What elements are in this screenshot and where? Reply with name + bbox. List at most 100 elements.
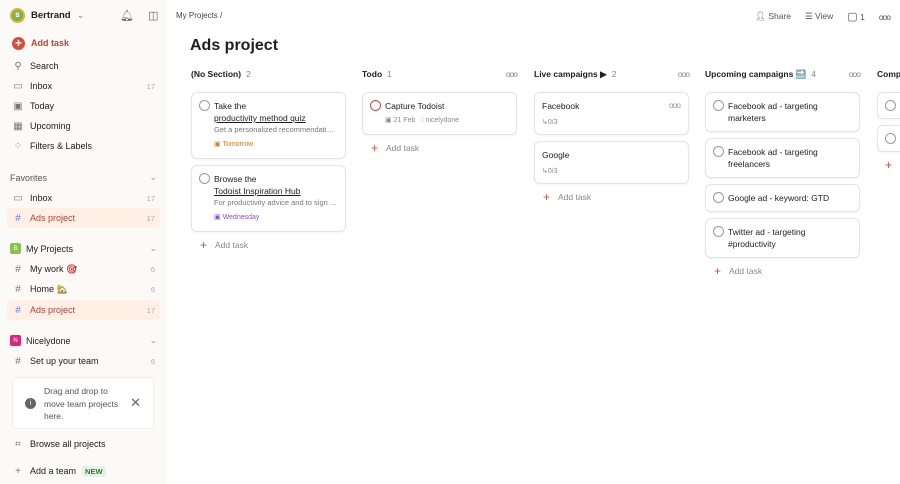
task-card[interactable]: Take the productivity method quiz Get a pe… [191,92,346,159]
task-label: nicelydone [425,117,460,124]
hash-icon: # [15,304,21,316]
task-description: For productivity advice and to sign ... [214,198,337,207]
search-icon: ⚲ [14,60,22,72]
task-card[interactable]: Facebook ad - targeting freelancers [705,138,860,178]
sidebar-item-filters[interactable]: ⁘ Filters & Labels [7,136,160,156]
my-projects-header[interactable]: B My Projects ⌄ [10,243,157,254]
sidebar-item-today[interactable]: ▣ Today [7,96,160,116]
task-checkbox[interactable] [199,173,210,184]
comments-button[interactable]: ▢ 1 [847,10,865,23]
task-card[interactable]: Google ↳0/3 [534,141,689,184]
label: My work 🎯 [30,263,78,274]
more-icon[interactable]: ooo [669,99,681,111]
project-my-work[interactable]: # My work 🎯 6 [7,259,160,279]
task-checkbox[interactable] [713,192,724,203]
sidebar-item-search[interactable]: ⚲ Search [7,56,160,76]
favorite-ads-project[interactable]: # Ads project 17 [7,208,160,228]
task-card[interactable]: Capture Todoist ▣ 21 Feb ♢nicelydone [362,92,517,135]
more-icon[interactable]: ooo [879,12,891,22]
more-icon[interactable]: ooo [506,69,518,79]
task-description: Get a personalized recommendation... [214,125,338,134]
hash-icon: # [15,355,21,367]
browse-projects[interactable]: ⌗ Browse all projects [7,434,160,454]
project-home[interactable]: # Home 🏡 6 [7,279,160,299]
task-checkbox[interactable] [885,133,896,144]
task-checkbox[interactable] [713,146,724,157]
task-card[interactable]: Browse the Todoist Inspiration Hub For pro… [191,165,346,232]
chevron-down-icon: ⌄ [149,172,157,182]
add-task-button[interactable]: + Add task [7,33,160,53]
column-count: 2 [246,69,251,79]
main: My Projects / 👤︎ Share ☰ View ▢ 1 ooo Ad… [167,0,900,484]
task-title: Facebook [542,101,580,111]
task-checkbox[interactable] [370,100,381,111]
count: 6 [150,356,155,366]
more-icon[interactable]: ooo [678,69,690,79]
new-badge: NEW [82,465,106,477]
add-task-button[interactable]: + Add task [362,141,517,155]
sidebar-item-upcoming[interactable]: ▦ Upcoming [7,116,160,136]
count: 17 [146,213,155,223]
plus-icon: + [371,141,379,155]
plus-icon: + [15,465,21,477]
task-title: Facebook ad - targeting freelancers [728,147,818,169]
label: Add task [729,266,763,276]
task-checkbox[interactable] [199,100,210,111]
plus-icon: + [885,158,893,172]
breadcrumb[interactable]: My Projects / [176,11,222,20]
comment-icon: ▢ [847,11,858,23]
column-count: 4 [811,69,816,79]
task-card[interactable]: Twitter ad - targeting #productivity [705,218,860,258]
add-task-button[interactable]: + Add task [534,190,689,204]
task-checkbox[interactable] [713,100,724,111]
user-menu[interactable]: B Bertrand ⌄ [10,8,85,23]
task-card[interactable]: Google ad - keyword: GTD [705,184,860,212]
view-button[interactable]: ☰ View [805,11,833,22]
task-link[interactable]: Todoist Inspiration Hub [214,185,338,197]
count: 17 [146,81,155,91]
task-title: Capture Todoist [385,101,445,111]
sidebar-toggle-icon[interactable]: ◫ [148,9,158,22]
share-button[interactable]: 👤︎ Share [755,11,791,22]
sidebar-item-inbox[interactable]: ▭ Inbox 17 [7,76,160,96]
add-task-button[interactable]: + Add task [705,264,860,278]
board-column: Upcoming campaigns 🔜 4 ooo Facebook ad - t… [705,68,861,278]
task-checkbox[interactable] [885,100,896,111]
add-task-button[interactable]: + Add task [191,238,346,252]
info-icon: i [25,398,36,409]
label: Today [30,101,55,111]
label: Favorites [10,172,48,183]
label: My Projects [26,243,74,254]
favorite-inbox[interactable]: ▭ Inbox 17 [7,188,160,208]
add-task-button[interactable]: + [877,158,900,172]
board-column: Todo 1 ooo Capture Todoist ▣ 21 Feb ♢nicely… [362,68,518,155]
sidebar: B Bertrand ⌄ 🔔︎ ◫ + Add task ⚲ Search ▭ Inbox 1… [0,0,167,484]
favorites-header[interactable]: Favorites ⌄ [10,172,157,183]
board-column: Comp + [877,68,900,172]
subtask-count: 0/3 [547,119,558,126]
plus-icon: + [714,264,722,278]
task-link[interactable]: productivity method quiz [214,112,338,124]
task-checkbox[interactable] [713,226,724,237]
label: Upcoming [30,121,71,131]
task-card[interactable]: ooo Facebook ↳0/3 [534,92,689,135]
task-date: 21 Feb [393,117,416,124]
task-card[interactable] [877,92,900,119]
column-title: Todo [362,69,383,79]
task-card[interactable] [877,125,900,152]
more-icon[interactable]: ooo [849,69,861,79]
add-team[interactable]: + Add a team NEW [7,461,160,481]
task-card[interactable]: Facebook ad - targeting marketers [705,92,860,132]
close-icon[interactable]: ✕ [130,395,141,411]
project-ads[interactable]: # Ads project 17 [7,300,160,320]
team-setup[interactable]: # Set up your team 6 [7,351,160,371]
task-title: Take the [214,101,247,111]
calendar-icon: ▦ [13,120,23,132]
browse-icon: ⌗ [15,438,21,450]
label: Ads project [30,213,76,223]
team-header[interactable]: N Nicelydone ⌄ [10,335,157,346]
bell-icon[interactable]: 🔔︎ [120,9,134,22]
hash-icon: # [15,212,21,224]
due-label: Wednesday [222,214,260,221]
sliders-icon: ☰ [805,11,813,21]
